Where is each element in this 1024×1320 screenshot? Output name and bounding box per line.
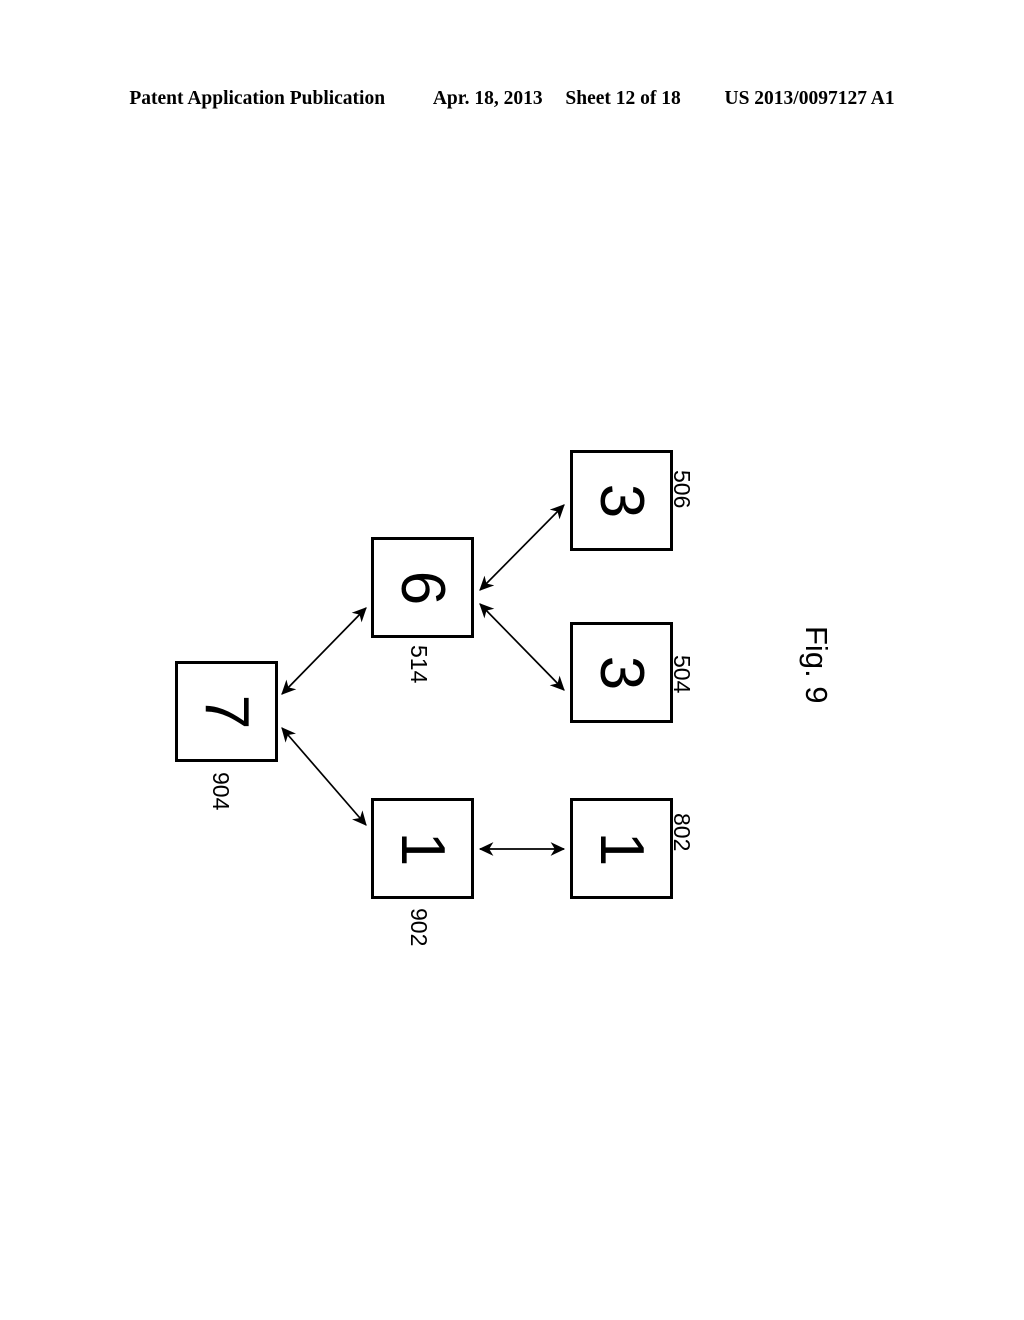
node-digit-514: 6: [388, 570, 458, 605]
figure-9-diagram: 3 506 6 514 3 504 7 904 1 902 1 802 Fig.…: [0, 0, 1024, 1320]
node-box-904[interactable]: 7: [175, 661, 278, 762]
connector-514-506: [479, 504, 565, 591]
node-box-902[interactable]: 1: [371, 798, 474, 899]
ref-label-904: 904: [208, 772, 234, 811]
node-box-802[interactable]: 1: [570, 798, 673, 899]
node-digit-506: 3: [587, 483, 657, 518]
connector-514-504: [479, 603, 565, 691]
ref-label-902: 902: [406, 908, 432, 947]
node-digit-802: 1: [587, 831, 657, 866]
ref-label-802: 802: [669, 813, 695, 852]
node-box-514[interactable]: 6: [371, 537, 474, 638]
node-box-506[interactable]: 3: [570, 450, 673, 551]
node-box-504[interactable]: 3: [570, 622, 673, 723]
node-digit-504: 3: [587, 655, 657, 690]
figure-caption: Fig. 9: [799, 626, 834, 704]
connector-904-514: [281, 607, 367, 695]
ref-label-504: 504: [669, 655, 695, 694]
connector-904-902: [281, 727, 367, 826]
node-digit-904: 7: [192, 694, 262, 729]
ref-label-514: 514: [406, 645, 432, 684]
ref-label-506: 506: [669, 470, 695, 509]
connector-layer: [281, 504, 566, 856]
node-digit-902: 1: [388, 831, 458, 866]
